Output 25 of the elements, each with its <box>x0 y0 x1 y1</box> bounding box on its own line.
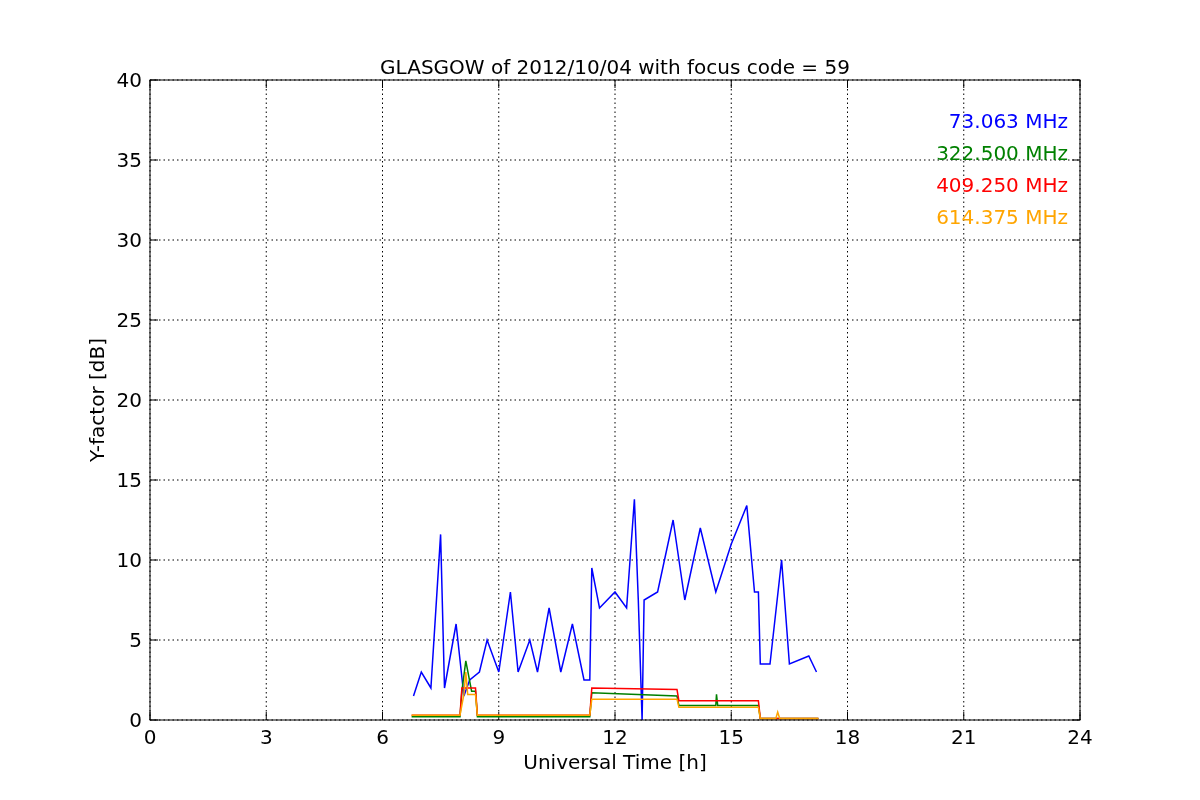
y-axis-label: Y-factor [dB] <box>85 338 109 462</box>
x-tick-label: 9 <box>492 725 506 749</box>
y-tick-label: 10 <box>116 548 142 572</box>
y-tick-label: 35 <box>116 148 142 172</box>
x-tick-label: 18 <box>834 725 861 749</box>
legend-label: 322.500 MHz <box>936 141 1068 165</box>
x-tick-label: 3 <box>259 725 273 749</box>
x-tick-label: 24 <box>1067 725 1093 749</box>
x-tick-label: 12 <box>602 725 628 749</box>
y-tick-label: 30 <box>116 228 142 252</box>
chart-title: GLASGOW of 2012/10/04 with focus code = 59 <box>380 55 850 79</box>
y-tick-label: 40 <box>116 68 142 92</box>
y-tick-label: 0 <box>129 708 142 732</box>
x-tick-label: 21 <box>951 725 977 749</box>
legend-label: 409.250 MHz <box>936 173 1068 197</box>
x-tick-label: 15 <box>718 725 744 749</box>
y-tick-label: 15 <box>116 468 142 492</box>
x-tick-label: 6 <box>376 725 389 749</box>
legend-label: 614.375 MHz <box>936 205 1068 229</box>
y-tick-label: 25 <box>116 308 142 332</box>
legend-label: 73.063 MHz <box>948 109 1068 133</box>
x-tick-label: 0 <box>143 725 157 749</box>
x-axis-label: Universal Time [h] <box>523 750 707 774</box>
y-tick-label: 5 <box>129 628 142 652</box>
y-tick-label: 20 <box>116 388 142 412</box>
